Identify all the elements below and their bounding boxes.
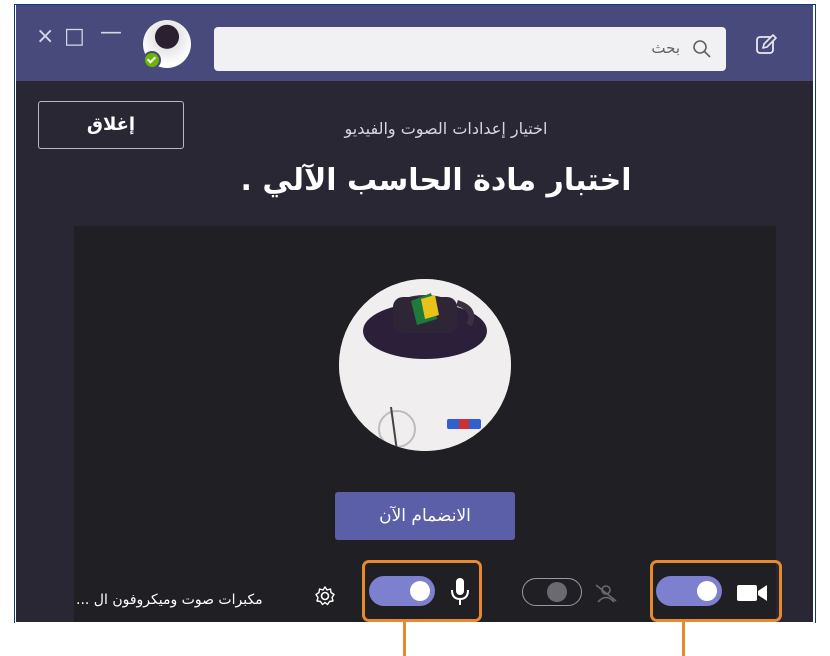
join-now-button[interactable]: الانضمام الآن <box>335 492 515 540</box>
camera-preview-image <box>339 279 511 451</box>
window-maximize-button[interactable]: □ <box>64 25 85 49</box>
window-close-button[interactable]: × <box>36 25 54 49</box>
teams-window: × □ — بحث إغلاق اختيار إعدادات الصوت وال… <box>16 5 813 622</box>
camera-highlight-box <box>650 560 782 622</box>
dialog-subtitle: اختيار إعدادات الصوت والفيديو <box>344 119 548 138</box>
microphone-highlight-box <box>362 560 482 622</box>
background-blur-toggle[interactable] <box>522 578 582 606</box>
search-icon <box>693 40 711 58</box>
microphone-pointer-line <box>403 622 406 656</box>
background-blur-icon <box>595 584 617 603</box>
title-bar: × □ — بحث <box>16 5 813 81</box>
presence-available-icon <box>143 51 161 69</box>
search-box[interactable]: بحث <box>214 27 726 71</box>
compose-icon[interactable] <box>754 33 778 57</box>
search-input[interactable]: بحث <box>651 39 680 57</box>
audio-device-label[interactable]: مكبرات صوت وميكروفون ال ... <box>76 592 263 608</box>
camera-pointer-line <box>682 622 685 656</box>
device-settings-icon[interactable] <box>314 585 336 607</box>
close-dialog-button[interactable]: إغلاق <box>38 101 184 149</box>
window-minimize-button[interactable]: — <box>100 21 122 45</box>
meeting-title: اختبار مادة الحاسب الآلي . <box>240 163 632 198</box>
